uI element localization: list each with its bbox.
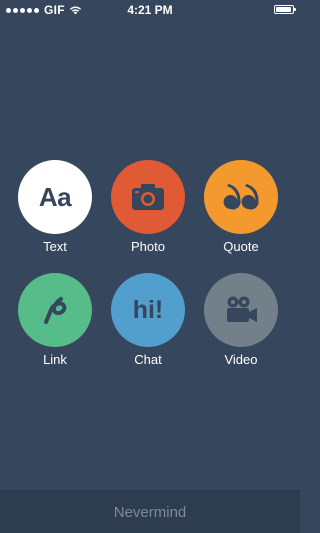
- post-option-chat[interactable]: hi! Chat: [108, 273, 188, 367]
- post-option-text[interactable]: Aa Text: [15, 160, 95, 254]
- battery-icon: [274, 5, 296, 14]
- post-option-label: Link: [43, 352, 67, 367]
- text-circle[interactable]: Aa: [18, 160, 92, 234]
- post-option-link[interactable]: Link: [15, 273, 95, 367]
- photo-circle[interactable]: [111, 160, 185, 234]
- post-option-label: Quote: [223, 239, 259, 254]
- post-option-video[interactable]: Video: [201, 273, 281, 367]
- post-option-label: Chat: [134, 352, 162, 367]
- text-aa-icon: Aa: [38, 181, 72, 212]
- post-option-label: Video: [224, 352, 258, 367]
- chat-hi-icon: hi!: [132, 295, 164, 324]
- status-bar: GIF 4:21 PM: [0, 0, 300, 20]
- quote-circle[interactable]: [204, 160, 278, 234]
- nevermind-button[interactable]: Nevermind: [0, 490, 300, 533]
- video-circle[interactable]: [204, 273, 278, 347]
- link-icon: [44, 297, 67, 324]
- post-option-label: Text: [43, 239, 67, 254]
- camera-icon: [132, 184, 164, 210]
- link-circle[interactable]: [18, 273, 92, 347]
- nevermind-label: Nevermind: [113, 503, 187, 521]
- chat-circle[interactable]: hi!: [111, 273, 185, 347]
- post-option-quote[interactable]: Quote: [201, 160, 281, 254]
- quote-marks-icon: [223, 184, 259, 210]
- post-option-label: Photo: [131, 239, 165, 254]
- status-time: 4:21 PM: [127, 3, 173, 17]
- video-camera-icon: [227, 296, 257, 322]
- post-option-photo[interactable]: Photo: [108, 160, 188, 254]
